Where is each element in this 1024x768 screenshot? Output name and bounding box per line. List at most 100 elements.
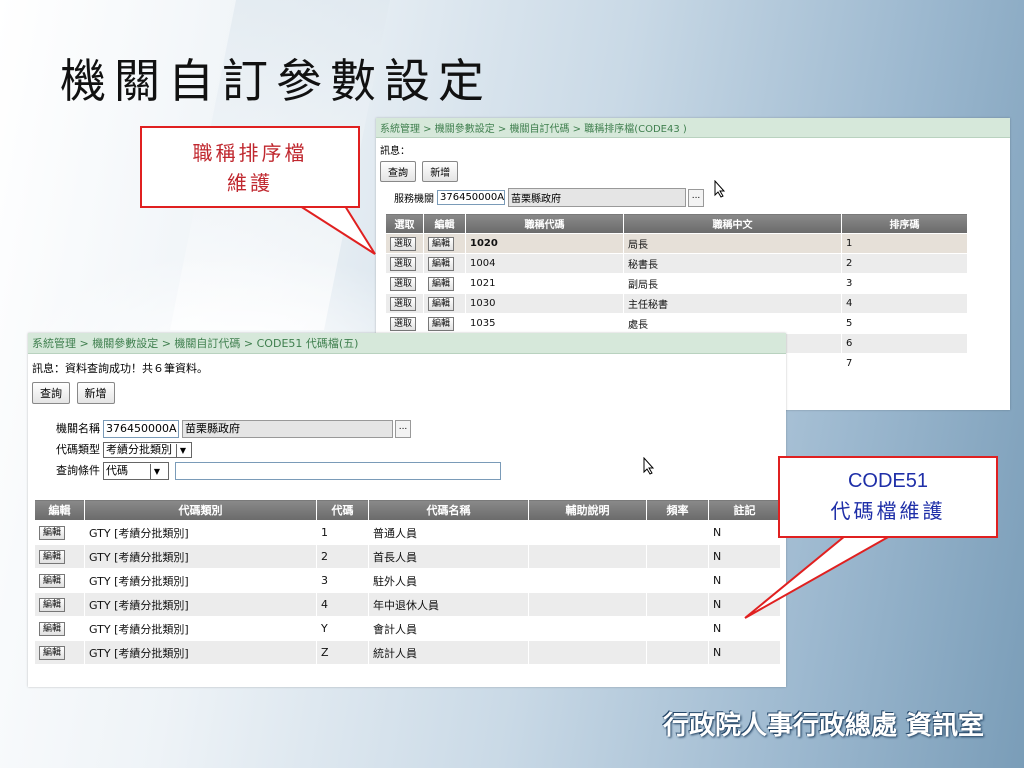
- filter-form: 機關名稱 376450000A 苗栗縣政府 ... 代碼類型 考績分批類別 ▼ 查…: [28, 406, 786, 481]
- org-code-input[interactable]: 376450000A: [103, 419, 179, 438]
- col-header-edit: 編輯: [423, 213, 466, 234]
- button-row: 查詢 新增: [28, 380, 786, 406]
- condition-label: 查詢條件: [56, 464, 100, 477]
- note-cell: N: [708, 568, 781, 593]
- edit-button[interactable]: 編輯: [39, 574, 66, 588]
- edit-button[interactable]: 編輯: [428, 316, 455, 331]
- help-cell: [528, 616, 647, 641]
- add-button[interactable]: 新增: [422, 161, 459, 182]
- select-button[interactable]: 選取: [390, 236, 417, 251]
- type-label: 代碼類型: [56, 443, 100, 456]
- select-cell: 選取: [385, 273, 424, 294]
- query-button[interactable]: 查詢: [32, 382, 70, 404]
- frequency-cell: [646, 640, 709, 665]
- code-cell: Y: [316, 616, 369, 641]
- table-row: 編輯 GTY [考績分批類別] 1 普通人員 N: [34, 520, 781, 545]
- query-button[interactable]: 查詢: [380, 161, 416, 182]
- select-cell: 選取: [385, 233, 424, 254]
- edit-button[interactable]: 編輯: [39, 526, 66, 540]
- edit-cell: 編輯: [423, 313, 466, 334]
- select-button[interactable]: 選取: [390, 276, 417, 291]
- condition-select[interactable]: 代碼 ▼: [103, 461, 169, 480]
- edit-button[interactable]: 編輯: [39, 598, 66, 612]
- category-cell: GTY [考績分批類別]: [84, 568, 317, 593]
- cursor-icon: [643, 456, 655, 478]
- org-lookup-button[interactable]: ...: [688, 188, 704, 207]
- col-header-order: 排序碼: [841, 213, 968, 234]
- edit-cell: 編輯: [34, 640, 85, 665]
- table-row: 選取 編輯 1021 副局長 3: [385, 273, 968, 294]
- code-name-cell: 首長人員: [368, 544, 529, 569]
- title-code-cell: 1030: [465, 293, 624, 314]
- edit-button[interactable]: 編輯: [428, 256, 455, 271]
- title-name-cell: 處長: [623, 313, 842, 334]
- callout-title-order: 職稱排序檔 維護: [140, 126, 360, 208]
- table-header-row: 選取 編輯 職稱代碼 職稱中文 排序碼: [385, 213, 968, 234]
- condition-input[interactable]: [175, 461, 501, 480]
- edit-button[interactable]: 編輯: [39, 622, 66, 636]
- code-name-cell: 年中退休人員: [368, 592, 529, 617]
- order-cell: 1: [841, 233, 968, 254]
- slide-title: 機關自訂參數設定: [60, 54, 492, 108]
- code-name-cell: 會計人員: [368, 616, 529, 641]
- table-row: 選取 編輯 1030 主任秘書 4: [385, 293, 968, 314]
- edit-cell: 編輯: [423, 253, 466, 274]
- table-header-row: 編輯 代碼類別 代碼 代碼名稱 輔助說明 頻率 註記: [34, 499, 781, 521]
- table-row: 編輯 GTY [考績分批類別] 3 駐外人員 N: [34, 568, 781, 593]
- org-code-input[interactable]: 376450000A: [437, 190, 505, 205]
- breadcrumb: 系統管理 > 機關參數設定 > 機關自訂代碼 > CODE51 代碼檔(五): [28, 333, 786, 354]
- table-row: 選取 編輯 1004 秘書長 2: [385, 253, 968, 274]
- help-cell: [528, 520, 647, 545]
- select-cell: 選取: [385, 293, 424, 314]
- category-cell: GTY [考績分批類別]: [84, 640, 317, 665]
- type-select[interactable]: 考績分批類別 ▼: [103, 441, 192, 458]
- note-cell: N: [708, 592, 781, 617]
- code-name-cell: 駐外人員: [368, 568, 529, 593]
- help-cell: [528, 544, 647, 569]
- title-name-cell: 秘書長: [623, 253, 842, 274]
- table-row: 編輯 GTY [考績分批類別] 2 首長人員 N: [34, 544, 781, 569]
- help-cell: [528, 592, 647, 617]
- select-button[interactable]: 選取: [390, 256, 417, 271]
- edit-button[interactable]: 編輯: [428, 276, 455, 291]
- col-header-title-name: 職稱中文: [623, 213, 842, 234]
- title-code-cell: 1035: [465, 313, 624, 334]
- note-cell: N: [708, 640, 781, 665]
- title-name-cell: 主任秘書: [623, 293, 842, 314]
- col-header-title-code: 職稱代碼: [465, 213, 624, 234]
- edit-button[interactable]: 編輯: [39, 550, 66, 564]
- table-row: 選取 編輯 1020 局長 1: [385, 233, 968, 254]
- edit-cell: 編輯: [34, 544, 85, 569]
- footer-department: 行政院人事行政總處 資訊室: [662, 711, 984, 741]
- category-cell: GTY [考績分批類別]: [84, 544, 317, 569]
- condition-select-value: 代碼: [106, 463, 128, 477]
- callout-top-line1: 職稱排序檔: [192, 141, 308, 165]
- code51-window: 系統管理 > 機關參數設定 > 機關自訂代碼 > CODE51 代碼檔(五) 訊…: [28, 333, 786, 687]
- code-name-cell: 統計人員: [368, 640, 529, 665]
- title-name-cell: 局長: [623, 233, 842, 254]
- frequency-cell: [646, 592, 709, 617]
- table-row: 選取 編輯 1035 處長 5: [385, 313, 968, 334]
- callout-top-line2: 維護: [227, 171, 273, 195]
- select-button[interactable]: 選取: [390, 316, 417, 331]
- callout-code51: CODE51 代碼檔維護: [778, 456, 998, 538]
- add-button[interactable]: 新增: [76, 382, 115, 404]
- select-button[interactable]: 選取: [390, 296, 417, 311]
- col-header-note: 註記: [708, 499, 781, 521]
- breadcrumb: 系統管理 > 機關參數設定 > 機關自訂代碼 > 職稱排序檔(CODE43 ): [376, 118, 1010, 138]
- col-header-frequency: 頻率: [646, 499, 709, 521]
- order-cell: 7: [841, 353, 968, 374]
- edit-cell: 編輯: [423, 233, 466, 254]
- order-cell: 6: [841, 333, 968, 354]
- type-row: 代碼類型 考績分批類別 ▼: [56, 439, 786, 460]
- edit-button[interactable]: 編輯: [39, 646, 66, 660]
- code-cell: 3: [316, 568, 369, 593]
- edit-cell: 編輯: [34, 520, 85, 545]
- button-row: 查詢 新增: [376, 159, 1010, 184]
- select-cell: 選取: [385, 313, 424, 334]
- edit-button[interactable]: 編輯: [428, 236, 455, 251]
- org-lookup-button[interactable]: ...: [395, 419, 411, 438]
- edit-button[interactable]: 編輯: [428, 296, 455, 311]
- title-code-cell: 1021: [465, 273, 624, 294]
- title-code-cell: 1004: [465, 253, 624, 274]
